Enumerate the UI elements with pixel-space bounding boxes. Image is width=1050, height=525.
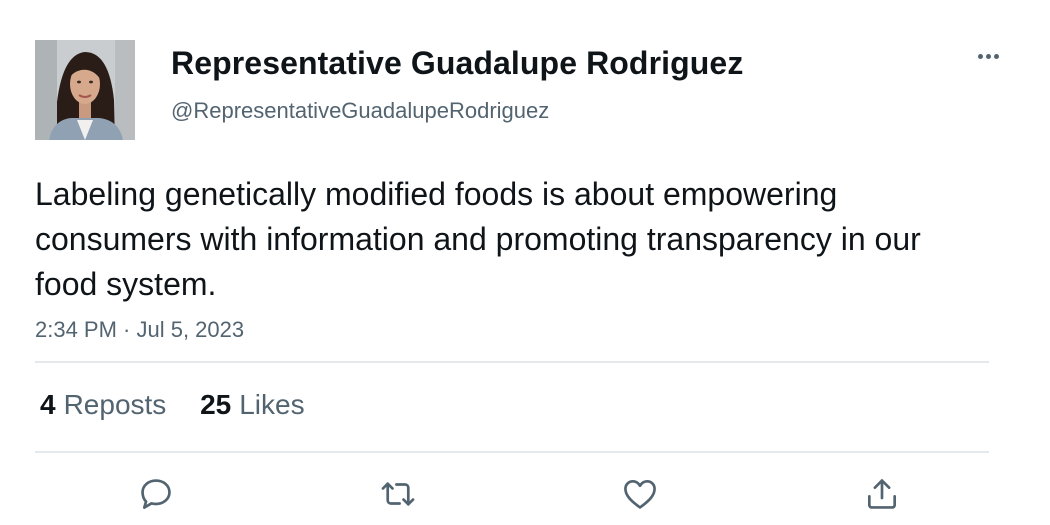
share-icon[interactable] bbox=[862, 474, 902, 514]
timestamp[interactable]: 2:34 PM · Jul 5, 2023 bbox=[35, 316, 244, 344]
display-name[interactable]: Representative Guadalupe Rodriguez bbox=[171, 44, 743, 82]
reply-icon[interactable] bbox=[136, 474, 176, 514]
divider bbox=[35, 451, 989, 453]
more-icon[interactable] bbox=[968, 42, 1008, 70]
repost-icon[interactable] bbox=[378, 474, 418, 514]
divider bbox=[35, 361, 989, 363]
engagement-stats: 4 Reposts 25 Likes bbox=[40, 388, 331, 422]
profile-photo-icon bbox=[35, 40, 135, 140]
like-icon[interactable] bbox=[620, 474, 660, 514]
reposts-count: 4 bbox=[40, 389, 56, 420]
tweet-text: Labeling genetically modified foods is a… bbox=[35, 176, 921, 302]
likes-count: 25 bbox=[200, 389, 232, 420]
likes-stat[interactable]: 25 Likes bbox=[200, 388, 305, 422]
reposts-label: Reposts bbox=[63, 389, 167, 420]
reposts-stat[interactable]: 4 Reposts bbox=[40, 388, 166, 422]
tweet-card: Representative Guadalupe Rodriguez @Repr… bbox=[0, 0, 1050, 525]
likes-label: Likes bbox=[239, 389, 305, 420]
user-handle[interactable]: @RepresentativeGuadalupeRodriguez bbox=[171, 97, 549, 125]
avatar[interactable] bbox=[35, 40, 135, 140]
